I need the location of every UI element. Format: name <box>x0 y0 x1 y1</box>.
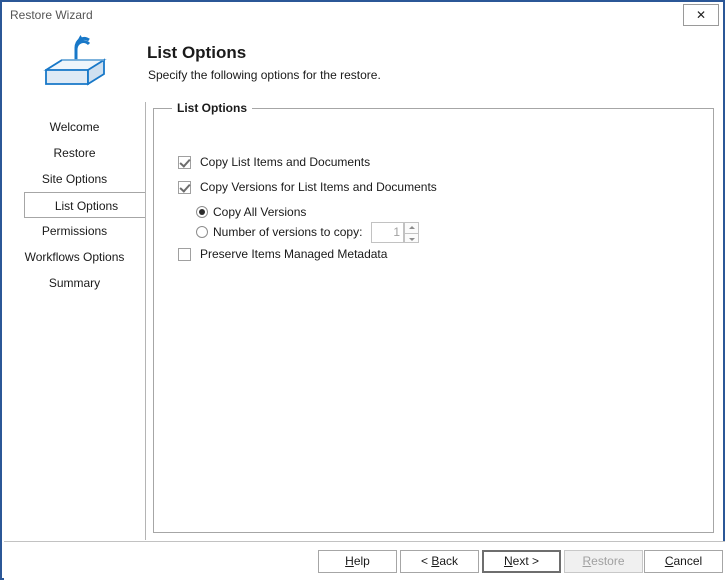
number-of-versions-stepper[interactable]: 1 <box>371 222 419 243</box>
sidebar-item-site-options[interactable]: Site Options <box>4 166 145 192</box>
checkbox-preserve-metadata[interactable] <box>178 247 191 261</box>
checkbox-row-copy-list-items[interactable]: Copy List Items and Documents <box>178 155 370 169</box>
checkbox-row-copy-versions[interactable]: Copy Versions for List Items and Documen… <box>178 180 437 194</box>
close-icon[interactable]: ✕ <box>683 4 719 26</box>
stepper-up-icon[interactable] <box>404 222 419 233</box>
radio-number-of-versions-label: Number of versions to copy: <box>213 225 363 239</box>
sidebar-item-permissions[interactable]: Permissions <box>4 218 145 244</box>
back-button-label-rest: ack <box>439 554 459 568</box>
next-button[interactable]: Next > <box>482 550 561 573</box>
cancel-button-label-rest: ancel <box>673 554 703 568</box>
stepper-buttons[interactable] <box>404 222 419 243</box>
sidebar-item-summary[interactable]: Summary <box>4 270 145 296</box>
page-title: List Options <box>147 43 247 62</box>
help-button-label-rest: elp <box>353 554 370 568</box>
radio-number-of-versions[interactable] <box>196 226 208 238</box>
title-bar: Restore Wizard ✕ <box>2 2 723 28</box>
cancel-button[interactable]: Cancel <box>644 550 723 573</box>
sidebar-item-welcome[interactable]: Welcome <box>4 114 145 140</box>
sidebar-item-workflows-options[interactable]: Workflows Options <box>4 244 145 270</box>
restore-button[interactable]: Restore <box>564 550 643 573</box>
checkbox-copy-list-items-label: Copy List Items and Documents <box>200 155 371 169</box>
radio-copy-all-versions[interactable] <box>196 206 208 218</box>
groupbox-legend: List Options <box>172 101 252 115</box>
radio-copy-all-versions-label: Copy All Versions <box>213 205 307 219</box>
number-of-versions-input[interactable]: 1 <box>371 222 404 243</box>
window-title: Restore Wizard <box>10 8 93 22</box>
sidebar-item-restore[interactable]: Restore <box>4 140 145 166</box>
stepper-down-icon[interactable] <box>404 232 419 243</box>
restore-wizard-window: Restore Wizard ✕ List Options Specify th… <box>0 0 725 580</box>
radio-row-copy-all-versions[interactable]: Copy All Versions <box>196 205 306 219</box>
footer-button-bar: Help < Back Next > Restore Cancel <box>4 542 725 580</box>
help-button[interactable]: Help <box>318 550 397 573</box>
page-subtitle: Specify the following options for the re… <box>148 68 381 82</box>
restore-box-arrow-icon <box>32 30 118 96</box>
list-options-groupbox: List Options Copy List Items and Documen… <box>153 101 714 533</box>
back-button[interactable]: < Back <box>400 550 479 573</box>
next-button-label-rest: ext > <box>512 554 540 568</box>
radio-row-number-of-versions[interactable]: Number of versions to copy: <box>196 225 362 239</box>
checkbox-preserve-metadata-label: Preserve Items Managed Metadata <box>200 247 388 261</box>
content-panel: List Options Copy List Items and Documen… <box>146 101 723 540</box>
checkbox-copy-versions[interactable] <box>178 180 191 194</box>
checkbox-copy-versions-label: Copy Versions for List Items and Documen… <box>200 180 437 194</box>
checkbox-row-preserve-metadata[interactable]: Preserve Items Managed Metadata <box>178 247 387 261</box>
wizard-step-sidebar: Welcome Restore Site Options List Option… <box>4 102 148 540</box>
sidebar-item-list-options[interactable]: List Options <box>24 192 148 218</box>
checkbox-copy-list-items[interactable] <box>178 155 191 169</box>
restore-button-label-rest: estore <box>591 554 625 568</box>
